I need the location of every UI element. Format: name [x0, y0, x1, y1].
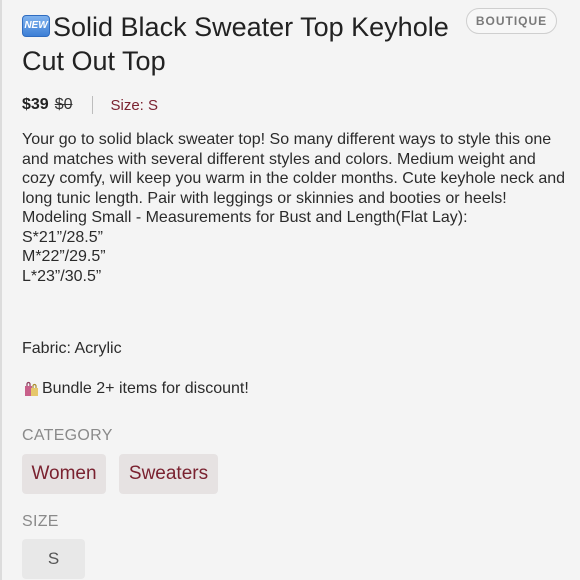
size-section-label: SIZE: [22, 513, 59, 530]
listing-title-text: Solid Black Sweater Top Keyhole Cut Out …: [22, 12, 449, 76]
listing-title: NEW Solid Black Sweater Top Keyhole Cut O…: [22, 10, 472, 78]
price-row: $39 $0 Size: S: [22, 94, 158, 116]
boutique-badge[interactable]: BOUTIQUE: [466, 8, 557, 34]
bundle-note: Bundle 2+ items for discount!: [22, 380, 249, 398]
size-chip[interactable]: S: [22, 539, 85, 579]
size-text: Size: S: [110, 96, 159, 114]
shopping-bags-icon: [22, 380, 40, 398]
left-edge-divider: [0, 0, 2, 580]
category-label: CATEGORY: [22, 427, 113, 444]
new-badge-icon: NEW: [22, 14, 50, 37]
description: Your go to solid black sweater top! So m…: [22, 130, 567, 286]
bundle-text: Bundle 2+ items for discount!: [42, 380, 249, 397]
price: $39: [22, 96, 49, 113]
description-text: Your go to solid black sweater top! So m…: [22, 131, 566, 285]
fabric-text: Fabric: Acrylic: [22, 340, 122, 357]
category-chip-women[interactable]: Women: [22, 454, 106, 494]
category-chip-sweaters[interactable]: Sweaters: [119, 454, 218, 494]
price-divider: [91, 96, 93, 114]
original-price: $0: [54, 96, 73, 113]
